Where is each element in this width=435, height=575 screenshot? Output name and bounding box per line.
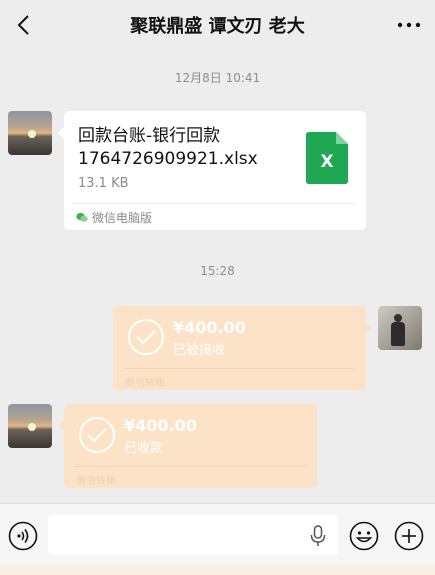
- message-timestamp: 12月8日 10:41: [174, 71, 261, 85]
- transfer-message-outgoing[interactable]: ¥400.00 已被接收 微信转账: [113, 306, 372, 390]
- wechat-icon: [76, 212, 88, 222]
- file-message-card[interactable]: 回款台账-银行回款 1764726909921.xlsx 13.1 KB X 微…: [58, 111, 366, 230]
- excel-file-icon: X: [306, 132, 348, 184]
- file-source: 微信电脑版: [76, 209, 152, 226]
- transfer-amount: ¥400.00: [173, 318, 246, 337]
- microphone-icon[interactable]: [308, 525, 328, 547]
- transfer-message-incoming[interactable]: ¥400.00 已收款 微信转账: [58, 404, 317, 488]
- file-name: 回款台账-银行回款 1764726909921.xlsx: [78, 125, 298, 171]
- file-name-line1: 回款台账-银行回款: [78, 126, 221, 146]
- my-avatar[interactable]: [378, 306, 422, 350]
- chevron-left-icon: [17, 15, 29, 35]
- transfer-footer: 微信转账: [125, 378, 165, 389]
- transfer-amount: ¥400.00: [124, 416, 197, 435]
- more-options-button[interactable]: [395, 12, 423, 38]
- transfer-status: 已收款: [124, 441, 164, 456]
- excel-icon-letter: X: [320, 152, 334, 172]
- chat-title: 聚联鼎盛 谭文刃 老大: [130, 16, 305, 37]
- more-dots-icon: [397, 22, 421, 28]
- transfer-footer: 微信转账: [76, 476, 116, 487]
- voice-mode-icon[interactable]: [8, 521, 38, 551]
- file-name-line2: 1764726909921.xlsx: [78, 149, 258, 169]
- message-input[interactable]: [48, 515, 338, 555]
- emoji-icon[interactable]: [349, 521, 379, 551]
- bottom-strip: [0, 565, 435, 575]
- transfer-check-icon: [128, 319, 164, 355]
- contact-avatar[interactable]: [8, 404, 52, 448]
- file-size: 13.1 KB: [78, 176, 129, 191]
- add-more-icon[interactable]: [394, 521, 424, 551]
- contact-avatar[interactable]: [8, 111, 52, 155]
- file-source-label: 微信电脑版: [92, 211, 153, 225]
- input-bar: [0, 503, 435, 565]
- message-timestamp: 15:28: [200, 264, 235, 278]
- top-bar: 聚联鼎盛 谭文刃 老大: [0, 0, 435, 50]
- transfer-status: 已被接收: [173, 343, 226, 358]
- transfer-check-icon: [79, 417, 115, 453]
- back-button[interactable]: [8, 10, 38, 40]
